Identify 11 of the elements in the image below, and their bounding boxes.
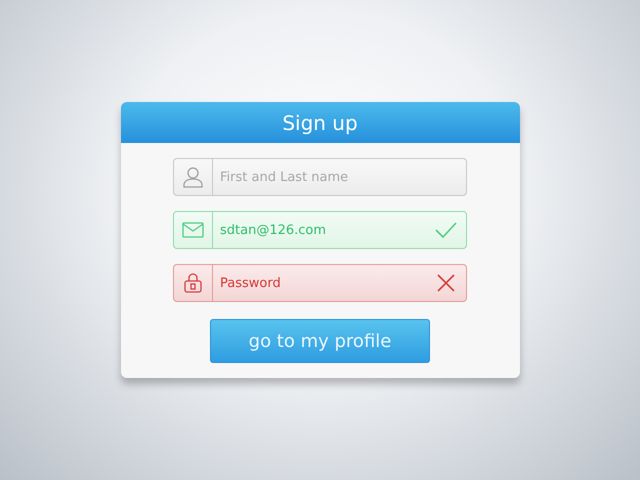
text-field[interactable]: sdtan@126.com xyxy=(173,211,467,249)
envelope-icon xyxy=(182,222,204,238)
user-icon xyxy=(182,166,204,188)
text-field[interactable]: Password xyxy=(173,264,467,302)
lock-icon xyxy=(183,273,203,293)
input-field[interactable]: sdtan@126.com xyxy=(213,222,426,238)
text-field[interactable]: First and Last name xyxy=(173,158,467,196)
card-title: Sign up xyxy=(282,110,358,134)
input-field[interactable]: First and Last name xyxy=(213,170,426,184)
profile-button[interactable]: go to my profile xyxy=(210,319,430,363)
input-field[interactable]: Password xyxy=(213,276,426,290)
